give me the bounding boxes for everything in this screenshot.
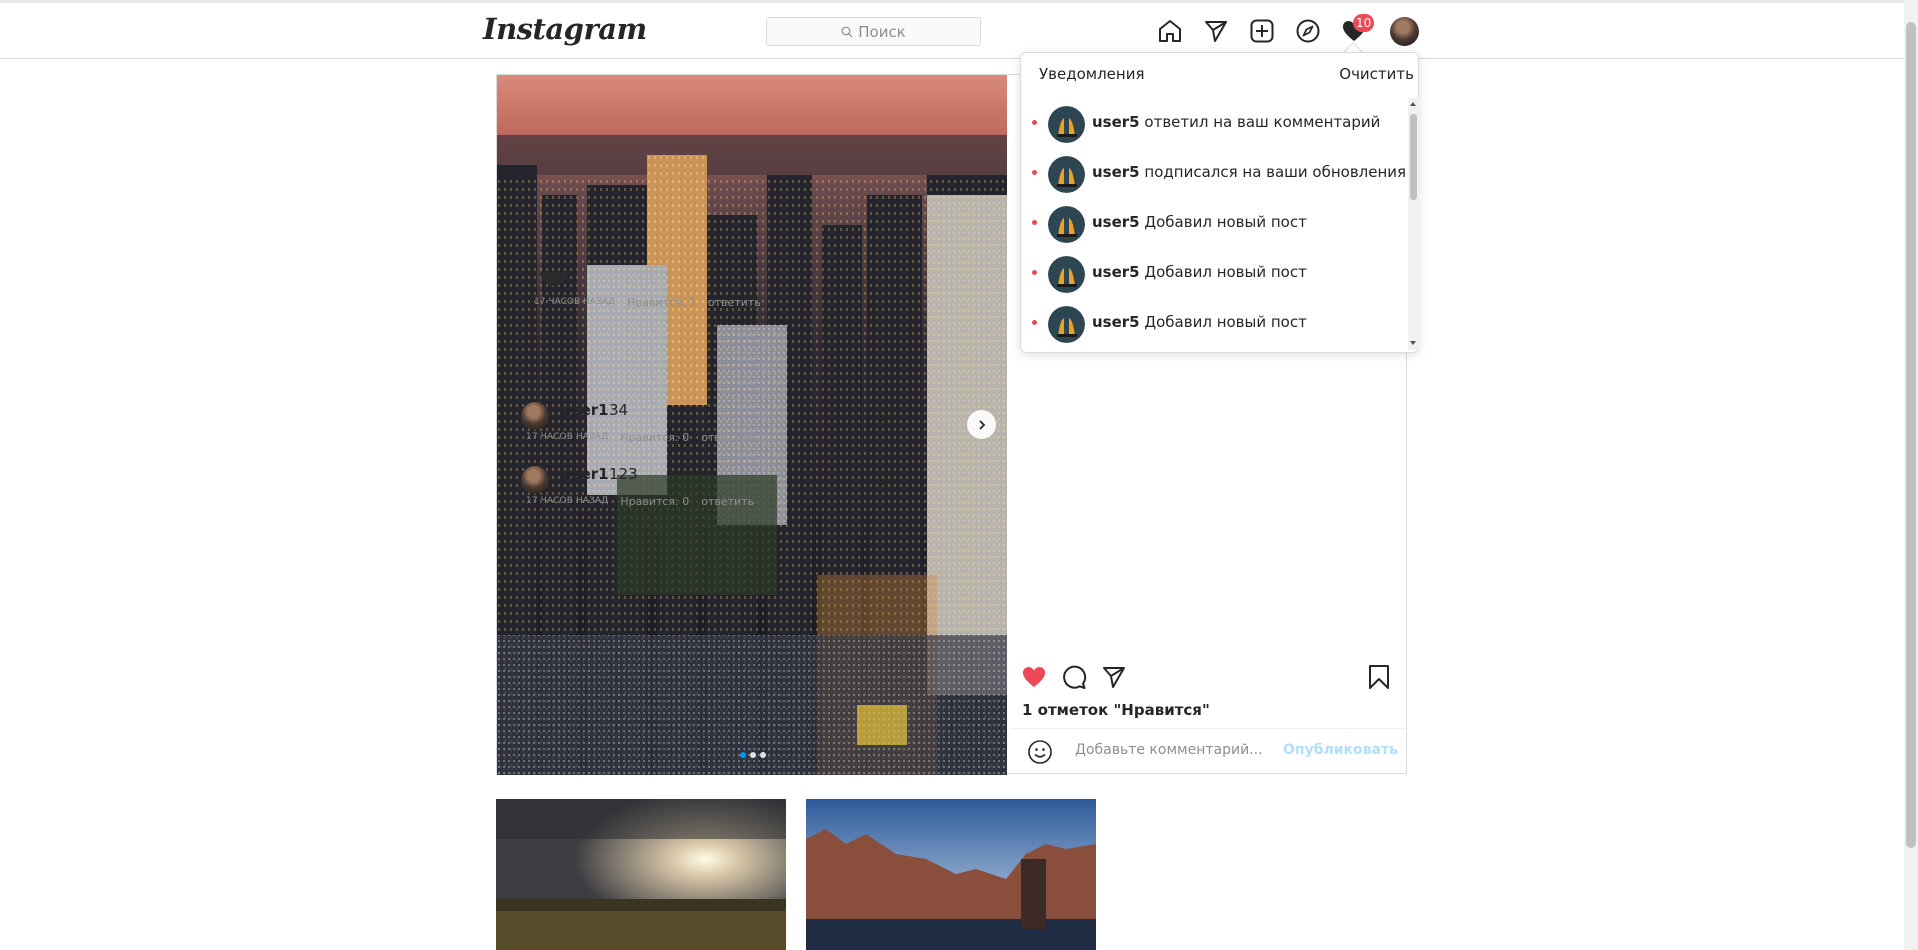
comment-input[interactable] bbox=[1075, 742, 1275, 758]
scrollbar-thumb[interactable] bbox=[1906, 22, 1916, 848]
notification-username: user5 bbox=[1092, 213, 1140, 231]
notifications-list: user5 ответил на ваш комментарий user5 п… bbox=[1021, 98, 1409, 348]
search-input[interactable]: Поиск bbox=[766, 17, 981, 46]
notifications-title: Уведомления bbox=[1039, 65, 1145, 83]
scrollbar-thumb[interactable] bbox=[1410, 114, 1417, 200]
notification-item[interactable]: user5 Добавил новый пост bbox=[1021, 248, 1409, 298]
scroll-down-arrow-icon[interactable] bbox=[1410, 341, 1416, 345]
comment-username[interactable]: user1 bbox=[561, 401, 609, 419]
instagram-logo[interactable]: Instagram bbox=[483, 12, 647, 46]
notification-count-badge: 10 bbox=[1353, 14, 1375, 32]
explore-compass-icon[interactable] bbox=[1295, 18, 1321, 44]
comment-timestamp: 17 часов назад bbox=[534, 297, 615, 307]
likes-count[interactable]: 1 отметок "Нравится" bbox=[1022, 701, 1210, 719]
carousel-next-button[interactable] bbox=[967, 410, 996, 439]
notification-avatar bbox=[1048, 306, 1085, 343]
comment-timestamp: 17 часов назад bbox=[526, 432, 609, 442]
notifications-scrollbar[interactable] bbox=[1408, 98, 1419, 350]
notification-text: ответил на ваш комментарий bbox=[1144, 113, 1381, 131]
notifications-dropdown: Уведомления Очистить user5 ответил на ва… bbox=[1020, 52, 1419, 353]
comment-like-heart-icon[interactable] bbox=[877, 472, 893, 488]
post-actions bbox=[1009, 664, 1389, 696]
comment-list: user1 34 17 часов назад Нравится: 0 отве… bbox=[514, 396, 904, 524]
comment-likes: Нравится: 0 bbox=[620, 431, 690, 444]
comment-avatar[interactable] bbox=[521, 402, 549, 430]
comment-likes: Нравится: 1 bbox=[626, 296, 696, 309]
add-comment-bar: Опубликовать bbox=[1010, 728, 1406, 772]
unread-dot bbox=[1032, 170, 1037, 175]
comment-meta: 17 часов назад Нравится: 0 ответить bbox=[526, 431, 754, 444]
notification-username: user5 bbox=[1092, 263, 1140, 281]
profile-avatar[interactable] bbox=[1390, 17, 1419, 46]
emoji-icon[interactable] bbox=[1027, 739, 1053, 765]
carousel-dot bbox=[740, 752, 746, 758]
comment-like-heart-icon[interactable] bbox=[877, 408, 893, 424]
comment-bubble-icon[interactable] bbox=[1061, 664, 1087, 690]
notification-username: user5 bbox=[1092, 113, 1140, 131]
comment-avatar[interactable] bbox=[521, 466, 549, 494]
search-placeholder: Поиск bbox=[858, 22, 906, 41]
publish-button[interactable]: Опубликовать bbox=[1283, 742, 1398, 758]
like-heart-icon[interactable] bbox=[1021, 664, 1047, 690]
page-scrollbar[interactable] bbox=[1904, 0, 1918, 950]
comment-username[interactable]: user1 bbox=[561, 465, 609, 483]
search-icon bbox=[841, 26, 853, 37]
reply-link[interactable]: ответить bbox=[701, 431, 754, 444]
comment-text: 34 bbox=[609, 401, 629, 419]
notification-username: user5 bbox=[1092, 313, 1140, 331]
bookmark-icon[interactable] bbox=[1366, 664, 1392, 690]
notification-text: Добавил новый пост bbox=[1144, 263, 1307, 281]
comment-item: user1 123 17 часов назад Нравится: 0 отв… bbox=[514, 460, 904, 524]
notification-text: Добавил новый пост bbox=[1144, 213, 1307, 231]
grid-post-thumbnail[interactable] bbox=[496, 799, 786, 950]
clear-notifications-button[interactable]: Очистить bbox=[1339, 65, 1414, 83]
carousel-dot bbox=[750, 752, 756, 758]
top-navigation-bar: Instagram Поиск 10 bbox=[0, 4, 1904, 59]
direct-messages-icon[interactable] bbox=[1203, 18, 1229, 44]
grid-post-thumbnail[interactable] bbox=[806, 799, 1096, 950]
notification-avatar bbox=[1048, 256, 1085, 293]
unread-dot bbox=[1032, 320, 1037, 325]
carousel-dot bbox=[760, 752, 766, 758]
notification-text: подписался на ваши обновления bbox=[1144, 163, 1407, 181]
chevron-right-icon bbox=[978, 419, 985, 430]
notification-item[interactable]: user5 Добавил новый пост bbox=[1021, 298, 1409, 348]
scroll-up-arrow-icon[interactable] bbox=[1410, 102, 1416, 106]
new-post-icon[interactable] bbox=[1249, 18, 1275, 44]
unread-dot bbox=[1032, 270, 1037, 275]
notification-avatar bbox=[1048, 106, 1085, 143]
comment-meta: 17 часов назад Нравится: 1 ответить bbox=[534, 296, 761, 309]
carousel-indicator bbox=[740, 752, 766, 758]
notification-item[interactable]: user5 подписался на ваши обновления bbox=[1021, 148, 1409, 198]
unread-dot bbox=[1032, 220, 1037, 225]
notification-username: user5 bbox=[1092, 163, 1140, 181]
notification-avatar bbox=[1048, 206, 1085, 243]
reply-link[interactable]: ответить bbox=[708, 296, 761, 309]
unread-dot bbox=[1032, 120, 1037, 125]
comment-text: 123 bbox=[609, 465, 638, 483]
notification-text: Добавил новый пост bbox=[1144, 313, 1307, 331]
share-icon[interactable] bbox=[1101, 664, 1127, 690]
notification-item[interactable]: user5 ответил на ваш комментарий bbox=[1021, 98, 1409, 148]
comment-timestamp: 17 часов назад bbox=[526, 496, 609, 506]
comment-item: user1 34 17 часов назад Нравится: 0 отве… bbox=[514, 396, 904, 460]
comment-meta: 17 часов назад Нравится: 0 ответить bbox=[526, 495, 754, 508]
notification-item[interactable]: user5 Добавил новый пост bbox=[1021, 198, 1409, 248]
home-icon[interactable] bbox=[1157, 18, 1183, 44]
reply-link[interactable]: ответить bbox=[701, 495, 754, 508]
comment-likes: Нравится: 0 bbox=[620, 495, 690, 508]
notification-avatar bbox=[1048, 156, 1085, 193]
